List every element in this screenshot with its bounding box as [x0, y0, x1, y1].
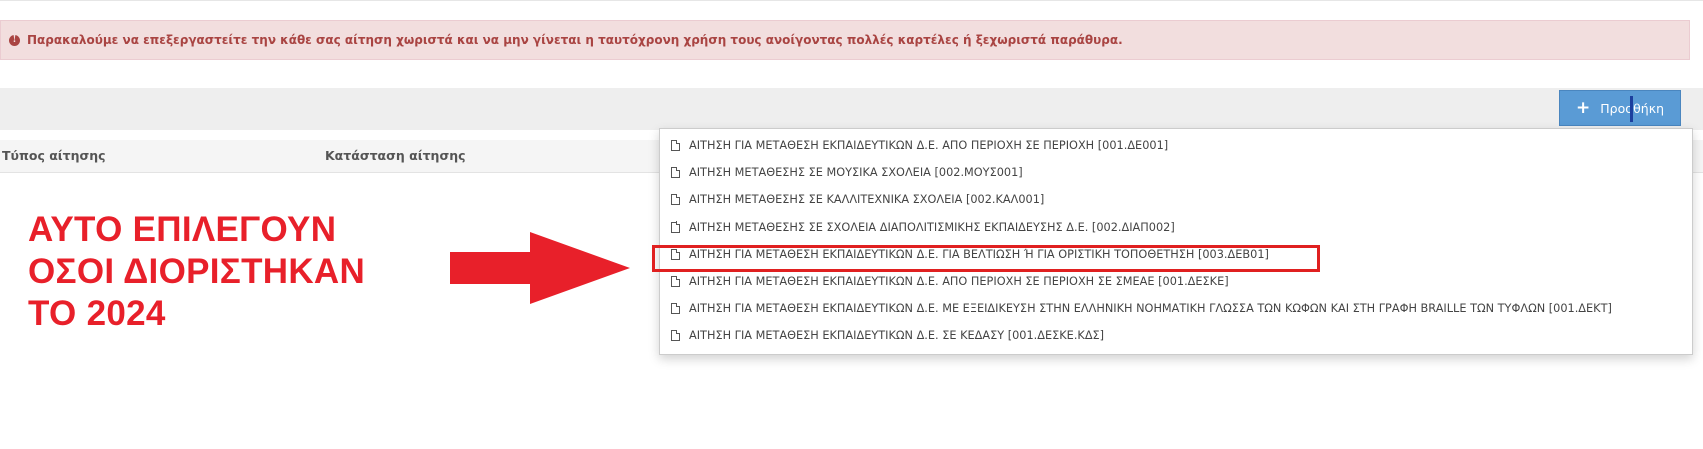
column-header-status[interactable]: Κατάσταση αίτησης [325, 148, 466, 163]
toolbar [0, 88, 1703, 130]
column-header-type[interactable]: Τύπος αίτησης [2, 148, 106, 163]
dropdown-item-label: ΑΙΤΗΣΗ ΓΙΑ ΜΕΤΑΘΕΣΗ ΕΚΠΑΙΔΕΥΤΙΚΩΝ Δ.Ε. Σ… [689, 329, 1105, 343]
dropdown-item[interactable]: ΑΙΤΗΣΗ ΜΕΤΑΘΕΣΗΣ ΣΕ ΚΑΛΛΙΤΕΧΝΙΚΑ ΣΧΟΛΕΙΑ… [660, 186, 1692, 213]
file-icon [671, 302, 681, 315]
dropdown-item[interactable]: ΑΙΤΗΣΗ ΓΙΑ ΜΕΤΑΘΕΣΗ ΕΚΠΑΙΔΕΥΤΙΚΩΝ Δ.Ε. Σ… [660, 322, 1692, 349]
right-arrow-icon [450, 232, 630, 304]
file-icon [671, 139, 681, 152]
dropdown-item[interactable]: ΑΙΤΗΣΗ ΓΙΑ ΜΕΤΑΘΕΣΗ ΕΚΠΑΙΔΕΥΤΙΚΩΝ Δ.Ε. Α… [660, 132, 1692, 159]
dropdown-item-label: ΑΙΤΗΣΗ ΓΙΑ ΜΕΤΑΘΕΣΗ ΕΚΠΑΙΔΕΥΤΙΚΩΝ Δ.Ε. Α… [689, 139, 1169, 153]
alert-text: Παρακαλούμε να επεξεργαστείτε την κάθε σ… [27, 33, 1123, 47]
dropdown-item-label: ΑΙΤΗΣΗ ΜΕΤΑΘΕΣΗΣ ΣΕ ΚΑΛΛΙΤΕΧΝΙΚΑ ΣΧΟΛΕΙΑ… [689, 193, 1045, 207]
annotation-line: ΑΥΤΟ ΕΠΙΛΕΓΟΥΝ [28, 210, 337, 249]
dropdown-item-label: ΑΙΤΗΣΗ ΓΙΑ ΜΕΤΑΘΕΣΗ ΕΚΠΑΙΔΕΥΤΙΚΩΝ Δ.Ε. Α… [689, 275, 1229, 289]
dropdown-item[interactable]: ΑΙΤΗΣΗ ΓΙΑ ΜΕΤΑΘΕΣΗ ΕΚΠΑΙΔΕΥΤΙΚΩΝ Δ.Ε. Α… [660, 268, 1692, 295]
annotation-text: ΑΥΤΟ ΕΠΙΛΕΓΟΥΝ ΟΣΟΙ ΔΙΟΡΙΣΤΗΚΑΝ ΤΟ 2024 [28, 209, 365, 335]
dropdown-item[interactable]: ΑΙΤΗΣΗ ΓΙΑ ΜΕΤΑΘΕΣΗ ΕΚΠΑΙΔΕΥΤΙΚΩΝ Δ.Ε. Μ… [660, 295, 1692, 322]
dropdown-item-label: ΑΙΤΗΣΗ ΜΕΤΑΘΕΣΗΣ ΣΕ ΣΧΟΛΕΙΑ ΔΙΑΠΟΛΙΤΙΣΜΙ… [689, 220, 1175, 234]
file-icon [671, 194, 681, 206]
exclamation-circle-icon: ! [9, 34, 20, 46]
file-icon [671, 330, 681, 342]
top-divider [0, 0, 1703, 1]
warning-alert: ! Παρακαλούμε να επεξεργαστείτε την κάθε… [0, 20, 1690, 60]
add-dropdown-menu: ΑΙΤΗΣΗ ΓΙΑ ΜΕΤΑΘΕΣΗ ΕΚΠΑΙΔΕΥΤΙΚΩΝ Δ.Ε. Α… [659, 128, 1693, 355]
annotation-line: ΤΟ 2024 [28, 294, 166, 333]
add-button[interactable]: + Προσθήκη [1559, 90, 1681, 126]
dropdown-item[interactable]: ΑΙΤΗΣΗ ΜΕΤΑΘΕΣΗΣ ΣΕ ΣΧΟΛΕΙΑ ΔΙΑΠΟΛΙΤΙΣΜΙ… [660, 214, 1692, 241]
text-cursor-mark [1630, 96, 1633, 122]
file-icon [671, 275, 681, 288]
dropdown-item[interactable]: ΑΙΤΗΣΗ ΜΕΤΑΘΕΣΗΣ ΣΕ ΜΟΥΣΙΚΑ ΣΧΟΛΕΙΑ [002… [660, 159, 1692, 186]
file-icon [671, 221, 681, 233]
file-icon [671, 166, 681, 179]
annotation-line: ΟΣΟΙ ΔΙΟΡΙΣΤΗΚΑΝ [28, 252, 366, 291]
dropdown-item-label: ΑΙΤΗΣΗ ΓΙΑ ΜΕΤΑΘΕΣΗ ΕΚΠΑΙΔΕΥΤΙΚΩΝ Δ.Ε. Μ… [689, 302, 1612, 316]
dropdown-item-label: ΑΙΤΗΣΗ ΜΕΤΑΘΕΣΗΣ ΣΕ ΜΟΥΣΙΚΑ ΣΧΟΛΕΙΑ [002… [689, 166, 1023, 180]
highlight-box [652, 245, 1320, 272]
plus-icon: + [1575, 97, 1591, 118]
